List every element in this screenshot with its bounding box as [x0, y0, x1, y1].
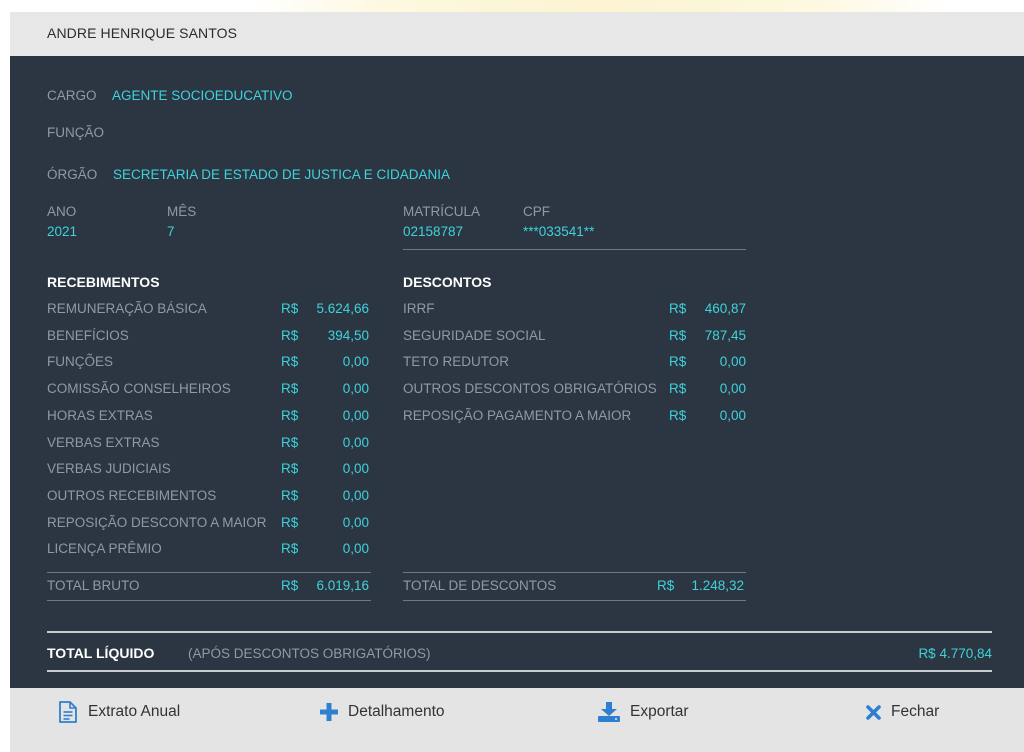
- recebimentos-divider-top: [47, 572, 371, 573]
- total-bruto-amount: 6.019,16: [316, 578, 369, 593]
- recebimentos-row-label: LICENÇA PRÊMIO: [47, 541, 162, 557]
- plus-icon: [320, 703, 338, 721]
- close-icon: [866, 704, 881, 720]
- descontos-row-currency: R$: [669, 407, 687, 423]
- payroll-modal: ANDRE HENRIQUE SANTOS CARGO AGENTE SOCIO…: [10, 12, 1024, 752]
- recebimentos-row-label: REMUNERAÇÃO BÁSICA: [47, 301, 207, 316]
- descontos-row-label: SEGURIDADE SOCIAL: [403, 327, 546, 343]
- recebimentos-row-currency: R$: [281, 407, 299, 423]
- total-descontos-amount: 1.248,32: [691, 578, 744, 593]
- descontos-row-amount: 787,45: [704, 327, 746, 343]
- recebimentos-row-amount: 0,00: [342, 381, 369, 397]
- ano-value: 2021: [47, 224, 78, 239]
- recebimentos-row-amount: 0,00: [342, 514, 369, 530]
- cargo-label: CARGO: [47, 88, 97, 103]
- recebimentos-row-amount: 0,00: [342, 541, 369, 557]
- recebimentos-divider-bottom: [47, 600, 371, 601]
- descontos-row-label: REPOSIÇÃO PAGAMENTO A MAIOR: [403, 407, 632, 423]
- funcao-label: FUNÇÃO: [47, 125, 104, 140]
- ano-label: ANO: [47, 204, 77, 219]
- extrato-anual-button[interactable]: Extrato Anual: [58, 694, 180, 730]
- recebimentos-row-currency: R$: [281, 354, 299, 370]
- employee-name: ANDRE HENRIQUE SANTOS: [47, 25, 238, 41]
- descontos-row-currency: R$: [669, 354, 687, 370]
- descontos-row-label: OUTROS DESCONTOS OBRIGATÓRIOS: [403, 381, 657, 397]
- mes-label: MÊS: [167, 204, 197, 219]
- descontos-row-amount: 460,87: [704, 301, 746, 316]
- recebimentos-row-label: BENEFÍCIOS: [47, 327, 129, 343]
- recebimentos-row-currency: R$: [281, 541, 299, 557]
- exportar-button[interactable]: Exportar: [598, 694, 689, 730]
- recebimentos-row-label: VERBAS JUDICIAIS: [47, 461, 171, 477]
- cpf-label: CPF: [523, 204, 550, 219]
- descontos-divider-bottom: [403, 600, 746, 601]
- detalhamento-label: Detalhamento: [348, 703, 445, 720]
- recebimentos-row-currency: R$: [281, 434, 299, 450]
- recebimentos-row-label: COMISSÃO CONSELHEIROS: [47, 381, 231, 397]
- orgao-value: SECRETARIA DE ESTADO DE JUSTICA E CIDADA…: [113, 167, 451, 182]
- descontos-row-amount: 0,00: [719, 407, 746, 423]
- descontos-title: DESCONTOS: [403, 274, 492, 290]
- recebimentos-row-amount: 0,00: [342, 487, 369, 503]
- total-liquido-note: (APÓS DESCONTOS OBRIGATÓRIOS): [188, 646, 431, 661]
- recebimentos-row-currency: R$: [281, 514, 299, 530]
- fechar-button[interactable]: Fechar: [866, 694, 939, 730]
- liquido-divider-top: [47, 631, 992, 633]
- recebimentos-row-currency: R$: [281, 301, 299, 316]
- total-descontos-currency: R$: [657, 578, 675, 593]
- recebimentos-row-amount: 5.624,66: [316, 301, 369, 316]
- recebimentos-row-currency: R$: [281, 461, 299, 477]
- recebimentos-row-label: FUNÇÕES: [47, 354, 114, 370]
- download-icon: [598, 702, 620, 722]
- recebimentos-row-label: OUTROS RECEBIMENTOS: [47, 487, 217, 503]
- modal-header: ANDRE HENRIQUE SANTOS: [10, 12, 1024, 56]
- recebimentos-row-label: HORAS EXTRAS: [47, 407, 153, 423]
- recebimentos-row-label: REPOSIÇÃO DESCONTO A MAIOR: [47, 514, 267, 530]
- recebimentos-row-amount: 0,00: [342, 407, 369, 423]
- recebimentos-row-currency: R$: [281, 327, 299, 343]
- descontos-row-currency: R$: [669, 327, 687, 343]
- matricula-label: MATRÍCULA: [403, 204, 481, 219]
- descontos-row-amount: 0,00: [719, 354, 746, 370]
- recebimentos-row-amount: 0,00: [342, 434, 369, 450]
- total-bruto-label: TOTAL BRUTO: [47, 578, 140, 593]
- recebimentos-row-currency: R$: [281, 487, 299, 503]
- recebimentos-title: RECEBIMENTOS: [47, 274, 160, 290]
- recebimentos-row-currency: R$: [281, 381, 299, 397]
- fechar-label: Fechar: [891, 703, 940, 720]
- descontos-divider-top: [403, 572, 746, 573]
- mes-value: 7: [167, 224, 175, 239]
- descontos-row-currency: R$: [669, 301, 687, 316]
- cargo-value: AGENTE SOCIOEDUCATIVO: [112, 88, 293, 103]
- total-descontos-label: TOTAL DE DESCONTOS: [403, 578, 557, 593]
- recebimentos-row-amount: 0,00: [342, 461, 369, 477]
- extrato-anual-label: Extrato Anual: [88, 703, 181, 720]
- descontos-row-label: TETO REDUTOR: [403, 354, 510, 370]
- modal-footer: Extrato Anual Detalhamento Exportar Fech…: [10, 688, 1024, 752]
- orgao-label: ÓRGÃO: [47, 167, 98, 182]
- cpf-value: ***033541**: [523, 224, 595, 239]
- detalhamento-button[interactable]: Detalhamento: [320, 694, 445, 730]
- exportar-label: Exportar: [630, 703, 689, 720]
- descontos-row-currency: R$: [669, 381, 687, 397]
- total-bruto-currency: R$: [281, 578, 299, 593]
- descontos-row-amount: 0,00: [719, 381, 746, 397]
- liquido-divider-bottom: [47, 670, 992, 672]
- recebimentos-row-label: VERBAS EXTRAS: [47, 434, 160, 450]
- document-icon: [59, 701, 77, 723]
- total-liquido-value: R$ 4.770,84: [918, 646, 992, 661]
- matricula-value: 02158787: [403, 224, 464, 239]
- info-divider: [403, 249, 746, 250]
- descontos-row-label: IRRF: [403, 301, 435, 316]
- recebimentos-row-amount: 0,00: [342, 354, 369, 370]
- total-liquido-label: TOTAL LÍQUIDO: [47, 645, 155, 661]
- recebimentos-row-amount: 394,50: [327, 327, 369, 343]
